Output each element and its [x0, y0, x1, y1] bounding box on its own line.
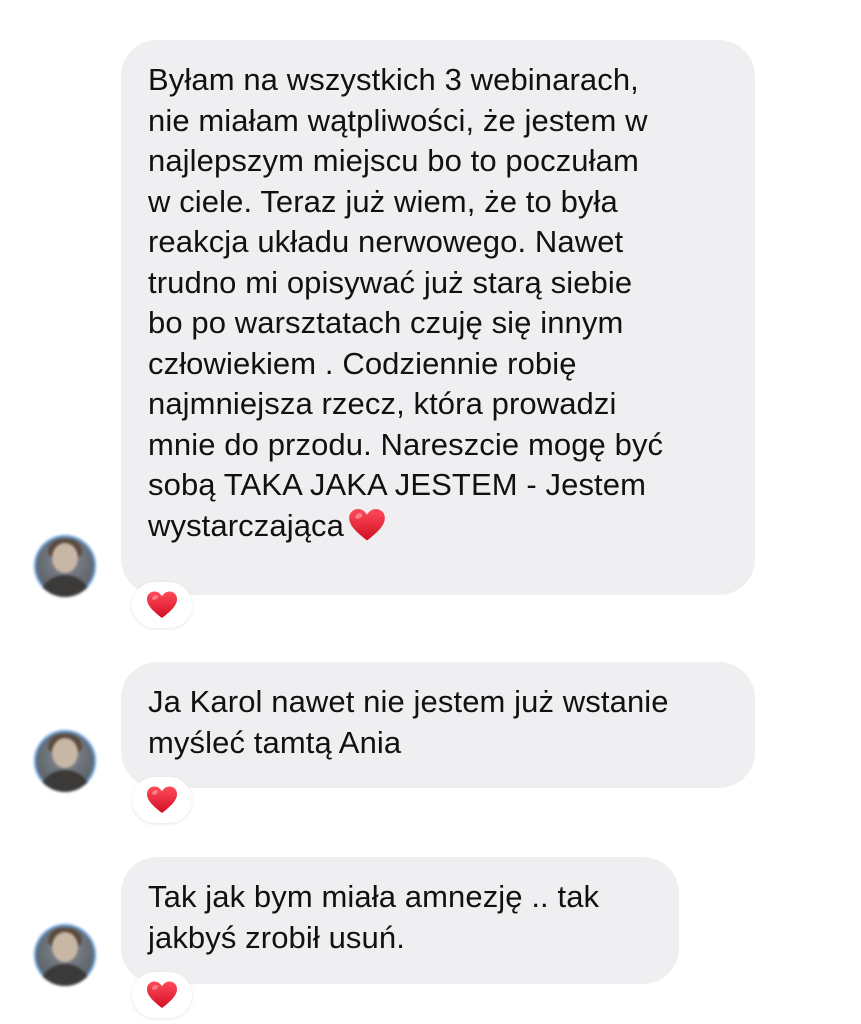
- message-bubble[interactable]: Ja Karol nawet nie jestem już wstanie my…: [121, 662, 755, 788]
- reaction-heart[interactable]: [132, 777, 192, 823]
- message-text: Tak jak bym miała amnezję .. tak jakbyś …: [148, 879, 600, 955]
- avatar[interactable]: [34, 924, 96, 986]
- heart-icon: [349, 508, 385, 540]
- message-text: Byłam na wszystkich 3 webinarach, nie mi…: [148, 62, 664, 543]
- avatar[interactable]: [34, 730, 96, 792]
- heart-icon: [147, 591, 177, 618]
- heart-icon: [147, 786, 177, 813]
- message-text: Ja Karol nawet nie jestem już wstanie my…: [148, 684, 669, 760]
- heart-icon: [147, 981, 177, 1008]
- message-bubble[interactable]: Byłam na wszystkich 3 webinarach, nie mi…: [121, 40, 755, 595]
- avatar[interactable]: [34, 535, 96, 597]
- message-bubble[interactable]: Tak jak bym miała amnezję .. tak jakbyś …: [121, 857, 679, 984]
- reaction-heart[interactable]: [132, 582, 192, 628]
- reaction-heart[interactable]: [132, 972, 192, 1018]
